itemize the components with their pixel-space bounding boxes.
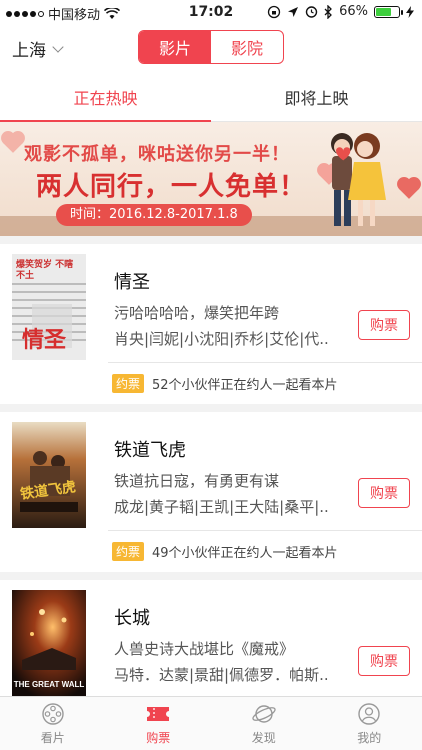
- location-icon: [288, 6, 299, 17]
- group-ticket-badge: 约票: [112, 374, 145, 393]
- movie-item[interactable]: THE GREAT WALL 长城 人兽史诗大战堪比《魔戒》 马特．达蒙|景甜|…: [0, 580, 422, 696]
- buy-ticket-button[interactable]: 购票: [358, 478, 410, 508]
- heart-icon: [399, 179, 419, 199]
- poster-caption: 爆笑贺岁 不瞎不土: [16, 260, 74, 281]
- top-header: 上海 影片 影院: [0, 24, 422, 72]
- user-icon: [358, 702, 380, 725]
- movie-poster[interactable]: 爆笑贺岁 不瞎不土 情圣: [12, 254, 86, 360]
- movie-description: 铁道抗日寇，有勇更有谋: [114, 472, 280, 490]
- tab-now-showing[interactable]: 正在热映: [0, 72, 211, 122]
- tabbar-label: 我的: [357, 730, 382, 745]
- charging-icon: [406, 5, 414, 18]
- film-reel-icon: [42, 702, 64, 725]
- buy-ticket-button[interactable]: 购票: [358, 310, 410, 340]
- tabbar-item-discover[interactable]: 发现: [211, 697, 317, 750]
- group-watch-row[interactable]: 约票 52个小伙伴正在约人一起看本片: [112, 374, 338, 393]
- movie-cast: 成龙|黄子韬|王凯|王大陆|桑平|..: [114, 498, 329, 516]
- movie-list: 爆笑贺岁 不瞎不土 情圣 情圣 污哈哈哈哈，爆笑把年跨 肖央|闫妮|小沈阳|乔杉…: [0, 236, 422, 696]
- buy-ticket-button[interactable]: 购票: [358, 646, 410, 676]
- status-right: 66%: [267, 4, 414, 19]
- status-bar: 中国移动 17:02 66%: [0, 0, 422, 24]
- poster-title: 情圣: [22, 328, 67, 353]
- movie-poster[interactable]: THE GREAT WALL: [12, 590, 86, 696]
- tabbar-label: 发现: [251, 730, 276, 745]
- battery-percent: 66%: [339, 4, 368, 19]
- divider: [108, 530, 422, 531]
- alarm-icon: [305, 6, 318, 18]
- heart-icon: [3, 133, 23, 153]
- rotation-lock-icon: [267, 5, 281, 18]
- movie-item[interactable]: 铁道飞虎 铁道飞虎 铁道抗日寇，有勇更有谋 成龙|黄子韬|王凯|王大陆|桑平|.…: [0, 412, 422, 572]
- movie-title[interactable]: 长城: [114, 604, 150, 630]
- movie-cast: 肖央|闫妮|小沈阳|乔杉|艾伦|代..: [114, 330, 329, 348]
- banner-date: 时间：2016.12.8-2017.1.8: [56, 204, 252, 226]
- tabbar-item-watch[interactable]: 看片: [0, 697, 106, 750]
- movie-tabs: 正在热映 即将上映: [0, 72, 422, 122]
- group-watch-text: 49个小伙伴正在约人一起看本片: [152, 546, 338, 561]
- banner-headline: 观影不孤单，咪咕送你另一半！: [24, 144, 290, 165]
- movie-poster[interactable]: 铁道飞虎: [12, 422, 86, 528]
- movie-description: 污哈哈哈哈，爆笑把年跨: [114, 304, 280, 322]
- group-ticket-badge: 约票: [112, 542, 145, 561]
- tabbar-item-tickets[interactable]: 购票: [106, 697, 212, 750]
- movie-cinema-segmented-control: 影片 影院: [138, 30, 284, 64]
- group-watch-row[interactable]: 约票 49个小伙伴正在约人一起看本片: [112, 542, 338, 561]
- movie-title[interactable]: 情圣: [114, 268, 150, 294]
- city-selector[interactable]: 上海: [12, 36, 64, 61]
- poster-title: THE GREAT WALL: [13, 680, 85, 689]
- battery-fill: [376, 7, 391, 16]
- movie-title[interactable]: 铁道飞虎: [114, 436, 186, 462]
- planet-icon: [252, 704, 276, 723]
- movie-item[interactable]: 爆笑贺岁 不瞎不土 情圣 情圣 污哈哈哈哈，爆笑把年跨 肖央|闫妮|小沈阳|乔杉…: [0, 244, 422, 404]
- segment-cinemas[interactable]: 影院: [211, 31, 283, 63]
- tabbar-item-mine[interactable]: 我的: [317, 697, 422, 750]
- movie-cast: 马特．达蒙|景甜|佩德罗．帕斯..: [114, 666, 329, 684]
- segment-movies[interactable]: 影片: [139, 31, 211, 63]
- tabbar-label: 看片: [40, 730, 65, 745]
- tab-coming-soon[interactable]: 即将上映: [211, 72, 422, 121]
- bottom-tab-bar: 看片 购票 发现 我的: [0, 696, 422, 750]
- movie-description: 人兽史诗大战堪比《魔戒》: [114, 640, 295, 658]
- city-name: 上海: [12, 41, 46, 61]
- couple-illustration: [331, 133, 386, 226]
- tabbar-label: 购票: [146, 730, 171, 745]
- banner-subheadline: 两人同行，一人免单！: [36, 172, 307, 202]
- ticket-icon: [147, 706, 170, 721]
- chevron-down-icon: [52, 40, 64, 53]
- divider: [108, 362, 422, 363]
- bluetooth-icon: [324, 4, 333, 19]
- promo-banner[interactable]: 观影不孤单，咪咕送你另一半！ 两人同行，一人免单！ 时间：2016.12.8-2…: [0, 122, 422, 236]
- group-watch-text: 52个小伙伴正在约人一起看本片: [152, 378, 338, 393]
- battery-icon: [374, 5, 403, 18]
